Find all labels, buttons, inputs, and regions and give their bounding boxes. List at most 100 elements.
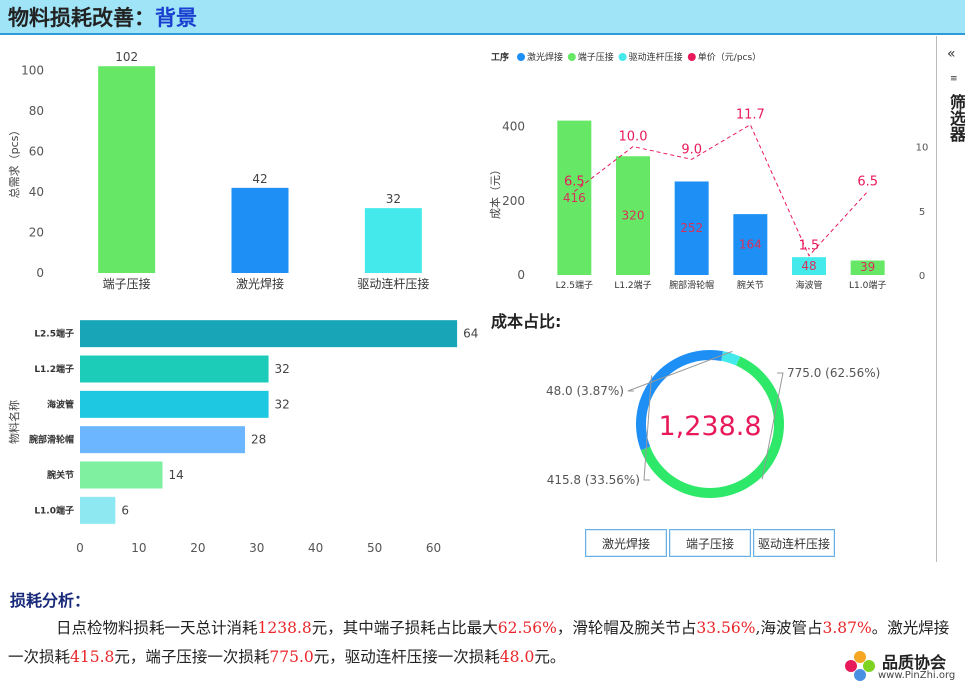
cost-combo-chart: 工序 激光焊接 端子压接 驱动连杆压接 单价（元/pcs） 0 200 400 0 5 10 成本（元… [488, 51, 929, 291]
x-tick-label: 60 [426, 541, 441, 555]
chart-title: 成本占比: [491, 312, 561, 331]
legend-entry: 单价（元/pcs） [698, 51, 761, 63]
y-tick-label: 腕关节 [47, 469, 74, 481]
x-tick-label: 0 [76, 541, 84, 555]
legend-swatch [517, 53, 525, 61]
bar [80, 426, 245, 454]
x-tick-label: 20 [190, 541, 205, 555]
donut-slice-label: 775.0 (62.56%) [787, 366, 880, 380]
price-label: 6.5 [564, 175, 585, 190]
analysis-text: 日点检物料损耗一天总计消耗1238.8元，其中端子损耗占比最大62.56%，滑轮… [8, 619, 950, 666]
y-tick-label: 0 [517, 268, 525, 282]
y-tick-label: L2.5端子 [34, 328, 74, 340]
bar [80, 390, 269, 418]
y-tick-label: 80 [29, 104, 44, 118]
price-label: 1.5 [799, 239, 820, 254]
filter-button-group: 激光焊接 端子压接 驱动连杆压接 [585, 529, 835, 557]
y-tick-label: 400 [502, 120, 525, 134]
y-tick-label: 腕部滑轮帽 [29, 434, 74, 446]
bar [231, 187, 289, 273]
page-header: 物料损耗改善：背景 [0, 0, 965, 35]
price-label: 6.5 [857, 175, 878, 190]
x-tick-label: 激光焊接 [236, 276, 284, 291]
filter-button-laser[interactable]: 激光焊接 [585, 529, 667, 557]
y-tick-label: 0 [36, 266, 44, 280]
bar [80, 320, 458, 348]
legend-swatch [567, 53, 576, 61]
price-label: 10.0 [619, 130, 648, 145]
y-tick-label: L1.2端子 [34, 363, 74, 375]
bar-value-label: 102 [115, 50, 138, 64]
x-tick-label: L1.2端子 [614, 279, 651, 291]
filter-button-link[interactable]: 驱动连杆压接 [753, 529, 835, 557]
y-tick-label: 海波管 [47, 398, 74, 410]
x-tick-label: 50 [367, 541, 382, 555]
bar [80, 496, 116, 524]
bar-value-label: 32 [275, 362, 290, 376]
y-tick-label: L1.0端子 [34, 504, 74, 516]
x-tick-label: 10 [131, 541, 146, 555]
x-tick-label: 30 [249, 541, 264, 555]
bar-value-label: 64 [463, 327, 478, 341]
cost-share-donut: 成本占比: 1,238.8 775.0 (62.56%) 415.8 (33.56%)… [491, 312, 880, 499]
y2-tick-label: 10 [916, 143, 929, 154]
legend-swatch [618, 53, 627, 61]
price-label: 9.0 [681, 142, 702, 157]
x-tick-label: 端子压接 [103, 276, 151, 291]
donut-slice-label: 48.0 (3.87%) [546, 384, 624, 398]
bar [364, 208, 422, 273]
legend-title: 工序 [491, 51, 509, 63]
filter-sidebar[interactable]: « ≡ 筛选器 [936, 36, 965, 562]
legend-entry: 驱动连杆压接 [629, 51, 683, 63]
y-axis-label: 总需求（pcs） [7, 125, 21, 199]
bar-value-label: 6 [121, 503, 129, 517]
legend-entry: 端子压接 [578, 51, 614, 63]
x-tick-label: L2.5端子 [556, 279, 593, 291]
filter-button-crimp[interactable]: 端子压接 [669, 529, 751, 557]
bar-value-label: 42 [252, 172, 267, 186]
y-tick-label: 60 [29, 144, 44, 158]
title-suffix: 背景 [155, 5, 197, 30]
page-title: 物料损耗改善：背景 [8, 2, 197, 32]
x-tick-label: 腕关节 [737, 279, 764, 291]
donut-slice-label: 415.8 (33.56%) [547, 473, 640, 487]
x-tick-label: L1.0端子 [849, 279, 886, 291]
bar [98, 66, 156, 273]
material-hbar-chart: 0 10 20 30 40 50 60 物料名称 64 L2.5端子 32 L1.2端子 32 海波管 28… [7, 320, 478, 555]
bar-value-label: 320 [622, 209, 645, 223]
bar-value-label: 14 [168, 468, 183, 482]
bar-value-label: 28 [251, 433, 266, 447]
y-axis-label: 成本（元） [488, 164, 502, 219]
y2-tick-label: 0 [919, 271, 925, 282]
logo-flower-icon [845, 651, 875, 681]
bar-value-label: 48 [801, 259, 816, 273]
site-logo: 品质协会 www.PinZhi.org [840, 648, 962, 684]
x-tick-label: 驱动连杆压接 [357, 276, 429, 291]
x-tick-label: 腕部滑轮帽 [669, 279, 714, 291]
x-tick-label: 40 [308, 541, 323, 555]
bar-value-label: 252 [680, 221, 703, 235]
collapse-icon[interactable]: « [947, 46, 956, 62]
y-tick-label: 200 [502, 194, 525, 208]
title-prefix: 物料损耗改善： [8, 5, 155, 30]
bar-value-label: 32 [386, 192, 401, 206]
y2-tick-label: 5 [919, 207, 925, 218]
bar-value-label: 164 [739, 238, 762, 252]
donut-total-label: 1,238.8 [658, 411, 761, 442]
analysis-title: 损耗分析： [10, 591, 91, 610]
logo-url: www.PinZhi.org [878, 670, 956, 681]
y-axis-label: 物料名称 [7, 400, 21, 444]
y-tick-label: 20 [29, 225, 44, 239]
bar [80, 461, 163, 489]
legend-entry: 激光焊接 [527, 51, 563, 63]
bar [80, 355, 269, 383]
demand-bar-chart: 0 20 40 60 80 100 总需求（pcs） 102 端子压接 42 激光焊接 32 驱动连杆压… [7, 50, 429, 291]
bar-value-label: 416 [563, 191, 586, 205]
bar-value-label: 39 [860, 260, 875, 274]
filter-icon: ≡ [950, 74, 958, 84]
legend-swatch [687, 53, 696, 61]
bar-value-label: 32 [275, 397, 290, 411]
y-tick-label: 40 [29, 185, 44, 199]
y-tick-label: 100 [21, 63, 44, 77]
x-tick-label: 海波管 [795, 279, 822, 291]
